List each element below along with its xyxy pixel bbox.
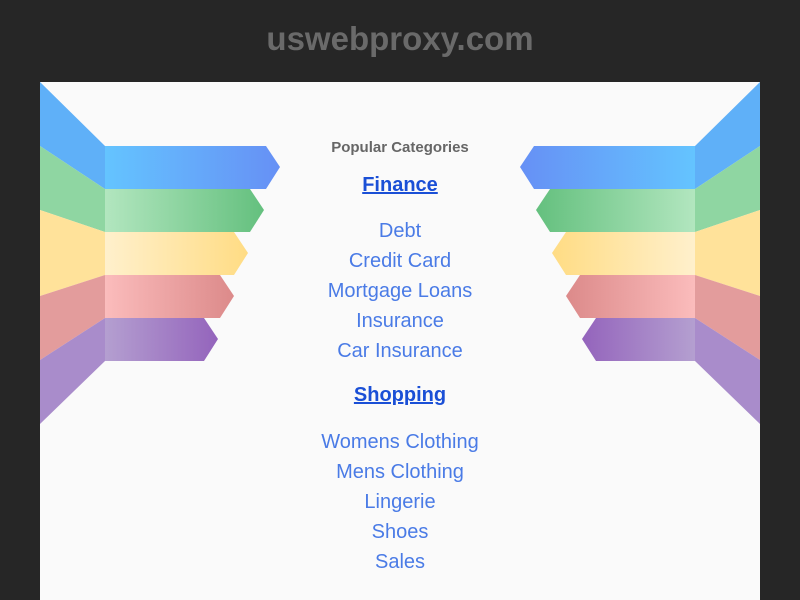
site-title: uswebproxy.com (266, 20, 534, 57)
link-credit-card[interactable]: Credit Card (40, 250, 760, 273)
link-insurance[interactable]: Insurance (40, 310, 760, 333)
link-debt[interactable]: Debt (40, 220, 760, 243)
category-shopping-link[interactable]: Shopping (40, 384, 760, 407)
popular-categories-heading: Popular Categories (331, 139, 469, 156)
link-sales[interactable]: Sales (40, 551, 760, 574)
link-mens-clothing[interactable]: Mens Clothing (40, 461, 760, 484)
link-womens-clothing[interactable]: Womens Clothing (40, 431, 760, 454)
link-shoes[interactable]: Shoes (40, 521, 760, 544)
link-mortgage-loans[interactable]: Mortgage Loans (40, 280, 760, 303)
category-finance-link[interactable]: Finance (40, 174, 760, 197)
content-panel: Popular Categories Finance Debt Credit C… (40, 82, 760, 600)
link-car-insurance[interactable]: Car Insurance (40, 340, 760, 363)
link-lingerie[interactable]: Lingerie (40, 491, 760, 514)
